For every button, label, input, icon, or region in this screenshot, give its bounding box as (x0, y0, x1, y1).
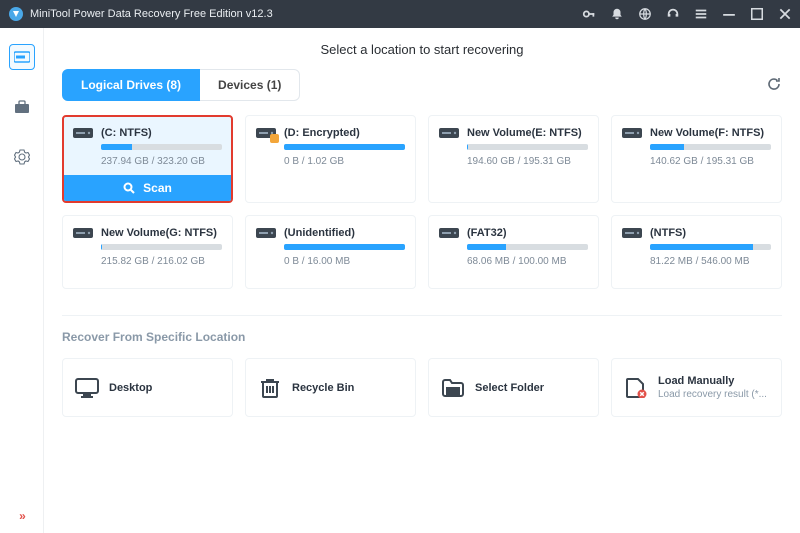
usage-bar (650, 144, 771, 150)
desktop-icon (75, 378, 99, 398)
drive-icon (622, 126, 642, 140)
titlebar: MiniTool Power Data Recovery Free Editio… (0, 0, 800, 28)
drive-usage-text: 68.06 MB / 100.00 MB (467, 256, 588, 267)
location-label: Recycle Bin (292, 382, 354, 394)
tab-devices[interactable]: Devices (1) (200, 69, 300, 101)
drive-usage-text: 215.82 GB / 216.02 GB (101, 256, 222, 267)
drive-icon (622, 226, 642, 240)
location-label: Desktop (109, 382, 152, 394)
app-logo-icon (8, 6, 24, 22)
drive-usage-text: 0 B / 16.00 MB (284, 256, 405, 267)
drive-card[interactable]: New Volume(G: NTFS) 215.82 GB / 216.02 GB (62, 215, 233, 289)
usage-bar (101, 144, 222, 150)
drive-name: (D: Encrypted) (284, 127, 360, 139)
folder-icon (441, 378, 465, 398)
usage-bar (284, 144, 405, 150)
location-label: Select Folder (475, 382, 544, 394)
drive-card[interactable]: (FAT32) 68.06 MB / 100.00 MB (428, 215, 599, 289)
drive-card[interactable]: (NTFS) 81.22 MB / 546.00 MB (611, 215, 782, 289)
drive-icon (439, 226, 459, 240)
drive-card[interactable]: (Unidentified) 0 B / 16.00 MB (245, 215, 416, 289)
headset-icon[interactable] (666, 7, 680, 21)
location-recycle-bin[interactable]: Recycle Bin (245, 358, 416, 417)
location-sublabel: Load recovery result (*... (658, 389, 767, 400)
scan-label: Scan (143, 181, 172, 195)
location-desktop[interactable]: Desktop (62, 358, 233, 417)
drive-card[interactable]: (D: Encrypted) 0 B / 1.02 GB (245, 115, 416, 203)
usage-bar (467, 244, 588, 250)
usage-bar (101, 244, 222, 250)
lock-badge-icon (270, 134, 279, 143)
minimize-button[interactable] (722, 7, 736, 21)
tab-bar: Logical Drives (8) Devices (1) (62, 69, 300, 101)
close-button[interactable] (778, 7, 792, 21)
sidebar-toolbox-icon[interactable] (9, 94, 35, 120)
drive-name: (Unidentified) (284, 227, 355, 239)
drive-name: (FAT32) (467, 227, 507, 239)
drive-icon (73, 226, 93, 240)
drive-card[interactable]: New Volume(F: NTFS) 140.62 GB / 195.31 GB (611, 115, 782, 203)
sidebar-settings-icon[interactable] (9, 144, 35, 170)
drive-usage-text: 194.60 GB / 195.31 GB (467, 156, 588, 167)
usage-bar (467, 144, 588, 150)
maximize-button[interactable] (750, 7, 764, 21)
location-select-folder[interactable]: Select Folder (428, 358, 599, 417)
drive-usage-text: 140.62 GB / 195.31 GB (650, 156, 771, 167)
globe-icon[interactable] (638, 7, 652, 21)
usage-bar (650, 244, 771, 250)
menu-icon[interactable] (694, 7, 708, 21)
sidebar: » (0, 28, 44, 533)
drive-usage-text: 237.94 GB / 323.20 GB (101, 156, 222, 167)
expand-sidebar-icon[interactable]: » (19, 509, 24, 523)
drive-name: New Volume(F: NTFS) (650, 127, 764, 139)
key-icon[interactable] (582, 7, 596, 21)
window-title: MiniTool Power Data Recovery Free Editio… (30, 8, 582, 20)
drive-usage-text: 0 B / 1.02 GB (284, 156, 405, 167)
drive-name: New Volume(G: NTFS) (101, 227, 217, 239)
page-title: Select a location to start recovering (62, 42, 782, 57)
scan-button[interactable]: Scan (64, 175, 231, 201)
drive-icon (439, 126, 459, 140)
drive-card[interactable]: (C: NTFS) 237.94 GB / 323.20 GB Scan (62, 115, 233, 203)
bell-icon[interactable] (610, 7, 624, 21)
drive-name: (NTFS) (650, 227, 686, 239)
location-load-manually[interactable]: Load Manually Load recovery result (*... (611, 358, 782, 417)
trash-icon (258, 378, 282, 398)
specific-location-title: Recover From Specific Location (62, 330, 782, 344)
drives-grid: (C: NTFS) 237.94 GB / 323.20 GB Scan (D: En… (62, 115, 782, 289)
location-label: Load Manually (658, 375, 767, 387)
tab-logical-drives[interactable]: Logical Drives (8) (62, 69, 200, 101)
sidebar-recovery-icon[interactable] (9, 44, 35, 70)
drive-name: New Volume(E: NTFS) (467, 127, 582, 139)
drive-icon (256, 126, 276, 140)
drive-icon (256, 226, 276, 240)
drive-card[interactable]: New Volume(E: NTFS) 194.60 GB / 195.31 GB (428, 115, 599, 203)
drive-icon (73, 126, 93, 140)
drive-usage-text: 81.22 MB / 546.00 MB (650, 256, 771, 267)
drive-name: (C: NTFS) (101, 127, 152, 139)
titlebar-controls (582, 7, 792, 21)
refresh-icon[interactable] (766, 76, 782, 95)
load-file-icon (624, 378, 648, 398)
usage-bar (284, 244, 405, 250)
